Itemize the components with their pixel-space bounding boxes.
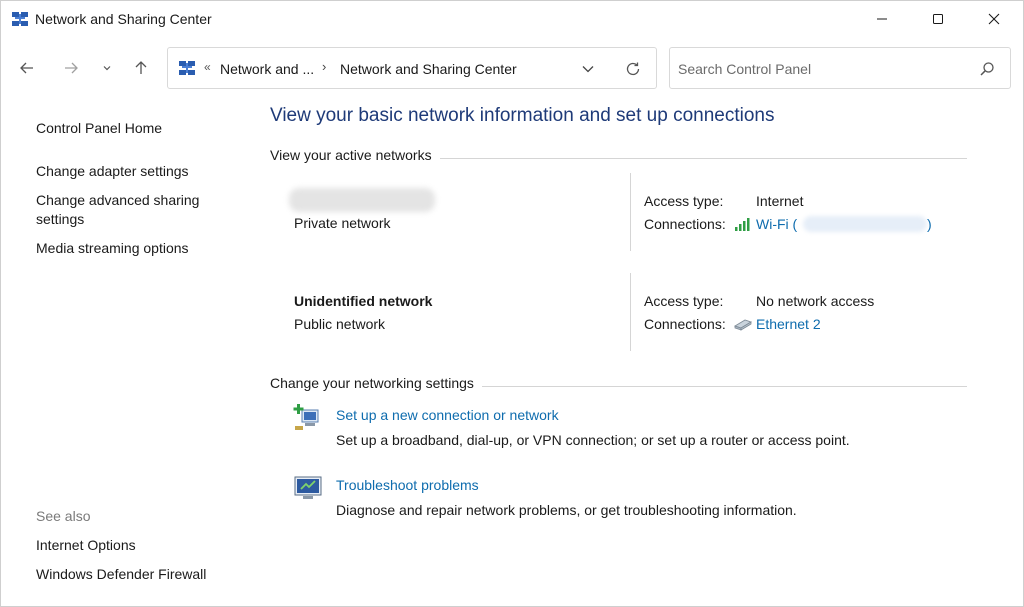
breadcrumb-overflow[interactable]: «: [204, 60, 211, 74]
access-type-value: No network access: [756, 293, 875, 309]
access-type-value: Internet: [756, 193, 804, 209]
connections-label: Connections:: [644, 216, 726, 232]
troubleshoot-problems-description: Diagnose and repair network problems, or…: [336, 502, 797, 518]
search-input[interactable]: [678, 58, 968, 80]
network-category[interactable]: Public network: [294, 316, 385, 332]
maximize-button[interactable]: [910, 1, 966, 37]
access-type-label: Access type:: [644, 193, 724, 209]
troubleshoot-icon: [294, 476, 322, 499]
windows-defender-firewall-link[interactable]: Windows Defender Firewall: [36, 565, 206, 584]
troubleshoot-problems-link[interactable]: Troubleshoot problems: [336, 477, 479, 493]
change-adapter-settings-link[interactable]: Change adapter settings: [36, 162, 189, 181]
networking-settings-heading: Change your networking settings: [270, 375, 482, 391]
address-dropdown-button[interactable]: [578, 60, 598, 78]
left-pane: Control Panel Home Change adapter settin…: [1, 101, 251, 601]
change-advanced-sharing-link[interactable]: Change advanced sharing settings: [36, 191, 226, 229]
close-icon: [988, 13, 1000, 25]
navigation-bar: « Network and ... › Network and Sharing …: [1, 45, 1023, 91]
setup-new-connection-description: Set up a broadband, dial-up, or VPN conn…: [336, 432, 850, 448]
recent-locations-button[interactable]: [93, 45, 121, 91]
wifi-connection-link[interactable]: Wi-Fi (: [756, 216, 797, 232]
search-icon[interactable]: [978, 60, 996, 78]
chevron-down-icon: [582, 66, 594, 73]
wifi-ssid-redacted: [803, 216, 927, 232]
arrow-left-icon: [20, 62, 33, 74]
minimize-icon: [877, 18, 887, 20]
maximize-icon: [933, 14, 943, 24]
arrow-right-icon: [65, 62, 78, 74]
forward-button[interactable]: [57, 45, 85, 91]
up-button[interactable]: [127, 45, 155, 91]
network-center-icon: [12, 12, 28, 26]
network-name: Unidentified network: [294, 293, 433, 309]
column-divider: [630, 173, 631, 251]
wifi-signal-icon: [735, 218, 750, 231]
page-title: View your basic network information and …: [270, 105, 775, 126]
active-networks-heading: View your active networks: [270, 147, 440, 163]
ethernet-connection-link[interactable]: Ethernet 2: [756, 316, 821, 332]
internet-options-link[interactable]: Internet Options: [36, 536, 136, 555]
minimize-button[interactable]: [854, 1, 910, 37]
close-button[interactable]: [966, 1, 1022, 37]
wifi-connection-link-end[interactable]: ): [927, 216, 932, 232]
media-streaming-options-link[interactable]: Media streaming options: [36, 239, 189, 258]
connections-label: Connections:: [644, 316, 726, 332]
setup-new-connection-link[interactable]: Set up a new connection or network: [336, 407, 559, 423]
network-name-redacted: [289, 188, 435, 212]
arrow-up-icon: [135, 61, 147, 74]
network-center-icon: [179, 61, 195, 75]
refresh-icon: [626, 62, 640, 76]
title-bar[interactable]: Network and Sharing Center: [1, 1, 1023, 37]
breadcrumb-separator[interactable]: ›: [322, 59, 326, 74]
ethernet-icon: [734, 319, 752, 331]
window-title: Network and Sharing Center: [35, 11, 212, 27]
column-divider: [630, 273, 631, 351]
control-panel-home-link[interactable]: Control Panel Home: [36, 119, 162, 138]
address-bar[interactable]: « Network and ... › Network and Sharing …: [167, 47, 657, 89]
new-connection-icon: [293, 404, 319, 430]
network-category[interactable]: Private network: [294, 215, 390, 231]
see-also-heading: See also: [36, 508, 91, 524]
breadcrumb-network-sharing-center[interactable]: Network and Sharing Center: [340, 61, 517, 77]
control-panel-window: Network and Sharing Center « Network and…: [0, 0, 1024, 607]
breadcrumb-network-and[interactable]: Network and ...: [220, 61, 314, 77]
search-box[interactable]: [669, 47, 1011, 89]
back-button[interactable]: [13, 45, 41, 91]
chevron-down-icon: [103, 66, 111, 71]
access-type-label: Access type:: [644, 293, 724, 309]
refresh-button[interactable]: [622, 58, 644, 80]
